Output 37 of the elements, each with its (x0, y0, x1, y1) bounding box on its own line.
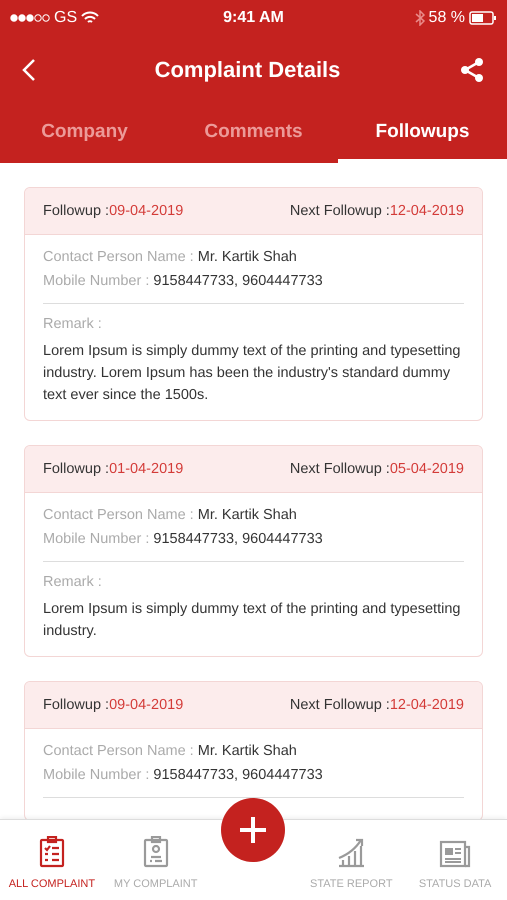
next-followup-date: Next Followup :05-04-2019 (290, 461, 464, 477)
detail-line: Contact Person Name : Mr. Kartik Shah (43, 248, 298, 267)
back-icon (22, 58, 36, 82)
growth-chart-icon (336, 836, 366, 868)
nav-item[interactable]: STATE REPORT (299, 820, 404, 900)
followup-date: Followup :01-04-2019 (43, 461, 184, 477)
remark-text: Lorem Ipsum is simply dummy text of the printing and typesetting industry. (43, 600, 462, 641)
plus-icon (238, 815, 268, 845)
next-followup-date: Next Followup :12-04-2019 (290, 203, 464, 219)
detail-line: Mobile Number : 9158447733, 9604447733 (43, 530, 324, 549)
nav-item[interactable]: MY COMPLAINT (104, 820, 208, 900)
remark-label: Remark : (43, 315, 103, 334)
bluetooth-icon (414, 10, 425, 26)
battery-percent: 58 % (428, 8, 466, 26)
tab[interactable]: Comments (169, 105, 338, 163)
screen-title: Complaint Details (154, 57, 342, 83)
share-icon (459, 57, 485, 83)
detail-line: Contact Person Name : Mr. Kartik Shah (43, 742, 298, 761)
carrier-name: GS (54, 8, 78, 26)
tab[interactable]: Company (0, 105, 169, 163)
checklist-icon (38, 836, 65, 868)
wifi-icon (81, 10, 100, 24)
detail-line: Mobile Number : 9158447733, 9604447733 (43, 272, 324, 291)
status-time: 9:41 AM (223, 8, 284, 26)
signal-icon (10, 14, 50, 22)
followup-date: Followup :09-04-2019 (43, 697, 184, 713)
battery-icon (469, 10, 498, 24)
remark-label: Remark : (43, 573, 103, 592)
detail-line: Contact Person Name : Mr. Kartik Shah (43, 506, 298, 525)
newspaper-icon (439, 840, 472, 868)
next-followup-date: Next Followup :12-04-2019 (290, 697, 464, 713)
detail-line: Mobile Number : 9158447733, 9604447733 (43, 766, 324, 785)
nav-item[interactable]: ALL COMPLAINT (0, 820, 104, 900)
followup-date: Followup :09-04-2019 (43, 203, 184, 219)
id-badge-icon (142, 836, 169, 868)
nav-item[interactable]: STATUS DATA (403, 820, 507, 900)
remark-text: Lorem Ipsum is simply dummy text of the printing and typesetting industry. Lorem Ipsum has been the industry's standard dummy text ever since the 1500s. (43, 342, 462, 405)
